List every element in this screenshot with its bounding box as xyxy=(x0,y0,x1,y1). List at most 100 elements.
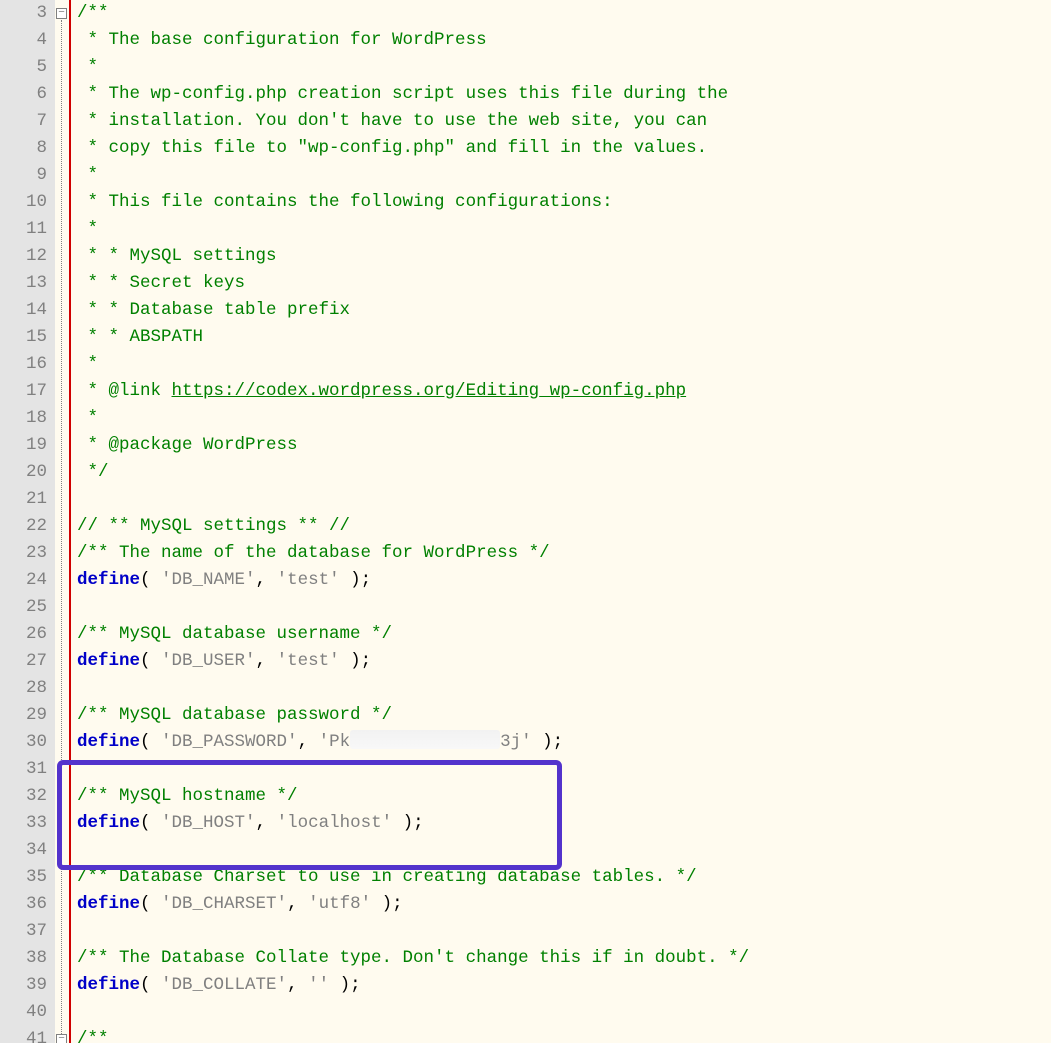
line-number[interactable]: 23 xyxy=(0,540,47,567)
line-number[interactable]: 20 xyxy=(0,459,47,486)
code-line[interactable]: /** xyxy=(77,0,1051,27)
code-line[interactable]: /** MySQL database username */ xyxy=(77,621,1051,648)
string-literal: 'DB_PASSWORD' xyxy=(161,732,298,752)
line-number[interactable]: 8 xyxy=(0,135,47,162)
line-number[interactable]: 17 xyxy=(0,378,47,405)
line-number[interactable]: 9 xyxy=(0,162,47,189)
line-number[interactable]: 18 xyxy=(0,405,47,432)
line-number[interactable]: 10 xyxy=(0,189,47,216)
string-literal: 'DB_USER' xyxy=(161,651,256,671)
code-line[interactable]: * installation. You don't have to use th… xyxy=(77,108,1051,135)
line-number[interactable]: 22 xyxy=(0,513,47,540)
code-line[interactable]: /** Database Charset to use in creating … xyxy=(77,864,1051,891)
line-number-gutter[interactable]: 3456789101112131415161718192021222324252… xyxy=(0,0,55,1043)
fold-toggle-icon[interactable]: − xyxy=(56,1034,67,1043)
code-line[interactable] xyxy=(77,594,1051,621)
line-number[interactable]: 30 xyxy=(0,729,47,756)
code-line[interactable]: define( 'DB_NAME', 'test' ); xyxy=(77,567,1051,594)
line-number[interactable]: 25 xyxy=(0,594,47,621)
code-line[interactable]: define( 'DB_CHARSET', 'utf8' ); xyxy=(77,891,1051,918)
code-line[interactable]: /** MySQL database password */ xyxy=(77,702,1051,729)
code-line[interactable]: * * MySQL settings xyxy=(77,243,1051,270)
line-number[interactable]: 11 xyxy=(0,216,47,243)
code-line[interactable] xyxy=(77,756,1051,783)
string-literal: 'utf8' xyxy=(308,894,371,914)
code-line[interactable] xyxy=(77,486,1051,513)
line-number[interactable]: 15 xyxy=(0,324,47,351)
line-number[interactable]: 5 xyxy=(0,54,47,81)
code-line[interactable]: /** MySQL hostname */ xyxy=(77,783,1051,810)
line-number[interactable]: 6 xyxy=(0,81,47,108)
comment-text: /** The Database Collate type. Don't cha… xyxy=(77,948,749,968)
code-line[interactable]: * @package WordPress xyxy=(77,432,1051,459)
code-line[interactable]: * xyxy=(77,162,1051,189)
line-number[interactable]: 32 xyxy=(0,783,47,810)
code-line[interactable]: /** xyxy=(77,1026,1051,1043)
code-area[interactable]: /** * The base configuration for WordPre… xyxy=(71,0,1051,1043)
line-number[interactable]: 14 xyxy=(0,297,47,324)
code-line[interactable]: */ xyxy=(77,459,1051,486)
line-number[interactable]: 29 xyxy=(0,702,47,729)
line-number[interactable]: 34 xyxy=(0,837,47,864)
fold-toggle-icon[interactable]: − xyxy=(56,8,67,19)
redacted-text xyxy=(350,730,500,749)
code-line[interactable]: define( 'DB_HOST', 'localhost' ); xyxy=(77,810,1051,837)
keyword: define xyxy=(77,570,140,590)
line-number[interactable]: 7 xyxy=(0,108,47,135)
code-line[interactable]: * * Secret keys xyxy=(77,270,1051,297)
line-number[interactable]: 3 xyxy=(0,0,47,27)
code-editor[interactable]: 3456789101112131415161718192021222324252… xyxy=(0,0,1051,1043)
code-line[interactable]: * * ABSPATH xyxy=(77,324,1051,351)
line-number[interactable]: 31 xyxy=(0,756,47,783)
comment-text: /** MySQL database password */ xyxy=(77,705,392,725)
comment-text: /** xyxy=(77,3,109,23)
code-line[interactable]: define( 'DB_PASSWORD', 'Pk3j' ); xyxy=(77,729,1051,756)
line-number[interactable]: 36 xyxy=(0,891,47,918)
line-number[interactable]: 38 xyxy=(0,945,47,972)
line-number[interactable]: 39 xyxy=(0,972,47,999)
code-line[interactable]: * xyxy=(77,216,1051,243)
code-line[interactable]: define( 'DB_COLLATE', '' ); xyxy=(77,972,1051,999)
line-number[interactable]: 37 xyxy=(0,918,47,945)
line-number[interactable]: 26 xyxy=(0,621,47,648)
line-number[interactable]: 28 xyxy=(0,675,47,702)
line-number[interactable]: 21 xyxy=(0,486,47,513)
code-line[interactable]: /** The Database Collate type. Don't cha… xyxy=(77,945,1051,972)
line-number[interactable]: 16 xyxy=(0,351,47,378)
comment-text: * xyxy=(77,219,98,239)
code-line[interactable]: * @link https://codex.wordpress.org/Edit… xyxy=(77,378,1051,405)
code-line[interactable] xyxy=(77,837,1051,864)
code-line[interactable]: * copy this file to "wp-config.php" and … xyxy=(77,135,1051,162)
comment-text: * installation. You don't have to use th… xyxy=(77,111,707,131)
line-number[interactable]: 12 xyxy=(0,243,47,270)
code-line[interactable]: /** The name of the database for WordPre… xyxy=(77,540,1051,567)
code-line[interactable]: * xyxy=(77,405,1051,432)
code-line[interactable] xyxy=(77,918,1051,945)
line-number[interactable]: 41 xyxy=(0,1026,47,1043)
line-number[interactable]: 4 xyxy=(0,27,47,54)
code-line[interactable] xyxy=(77,675,1051,702)
line-number[interactable]: 33 xyxy=(0,810,47,837)
line-number[interactable]: 27 xyxy=(0,648,47,675)
code-line[interactable] xyxy=(77,999,1051,1026)
code-line[interactable]: * The base configuration for WordPress xyxy=(77,27,1051,54)
code-text: ( xyxy=(140,813,161,833)
line-number[interactable]: 24 xyxy=(0,567,47,594)
code-text: ( xyxy=(140,570,161,590)
line-number[interactable]: 35 xyxy=(0,864,47,891)
line-number[interactable]: 19 xyxy=(0,432,47,459)
code-line[interactable]: * The wp-config.php creation script uses… xyxy=(77,81,1051,108)
code-line[interactable]: * * Database table prefix xyxy=(77,297,1051,324)
fold-column[interactable]: −− xyxy=(55,0,69,1043)
code-line[interactable]: define( 'DB_USER', 'test' ); xyxy=(77,648,1051,675)
string-literal: 'DB_CHARSET' xyxy=(161,894,287,914)
line-number[interactable]: 13 xyxy=(0,270,47,297)
code-line[interactable]: * This file contains the following confi… xyxy=(77,189,1051,216)
code-text: ); xyxy=(392,813,424,833)
code-line[interactable]: * xyxy=(77,54,1051,81)
code-text: ); xyxy=(340,570,372,590)
comment-text: * @package WordPress xyxy=(77,435,298,455)
code-line[interactable]: // ** MySQL settings ** // xyxy=(77,513,1051,540)
code-line[interactable]: * xyxy=(77,351,1051,378)
line-number[interactable]: 40 xyxy=(0,999,47,1026)
